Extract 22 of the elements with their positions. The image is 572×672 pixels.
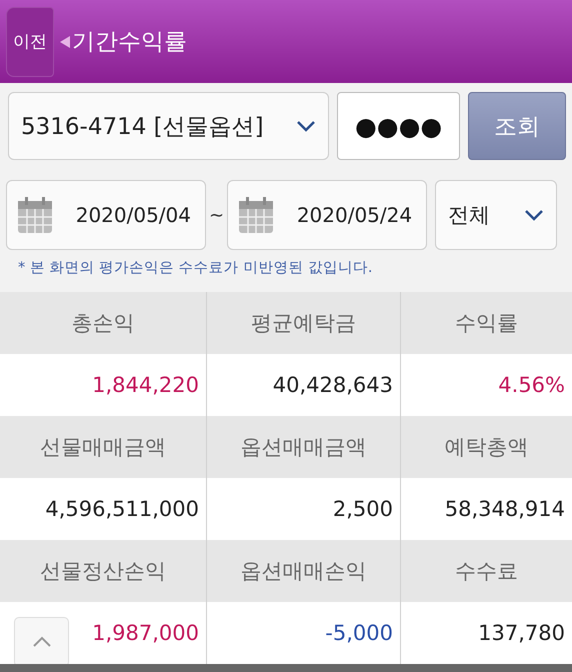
value-cell-text: 58,348,914 (444, 496, 566, 523)
back-button[interactable]: 이전 (6, 6, 54, 76)
column-label: 수익률 (454, 310, 519, 337)
chevron-down-icon (524, 209, 544, 221)
scroll-top-button[interactable] (14, 617, 69, 667)
screen-title: 기간수익률 (72, 28, 187, 57)
notice-text: * 본 화면의 평가손익은 수수료가 미반영된 값입니다. (17, 259, 374, 278)
account-dropdown[interactable]: 5316-4714 [선물옵션] (8, 92, 329, 160)
calendar-icon (238, 196, 274, 234)
date-field[interactable]: 2020/05/04 (6, 180, 206, 250)
password-field[interactable]: ●●●● (336, 92, 460, 160)
value-cell-text: 137,780 (477, 620, 566, 647)
calendar-icon (17, 196, 53, 234)
column-label: 수수료 (454, 558, 519, 585)
date-field[interactable]: 2020/05/24 (227, 180, 428, 250)
chevron-up-icon (32, 636, 52, 648)
filter-dropdown[interactable]: 전체 (435, 180, 558, 250)
value-cell-text: 4.56% (497, 372, 566, 399)
column-label: 예탁총액 (444, 434, 530, 461)
range-separator: ~ (209, 204, 224, 226)
triangle-icon (60, 36, 70, 48)
chevron-down-icon (296, 120, 316, 132)
